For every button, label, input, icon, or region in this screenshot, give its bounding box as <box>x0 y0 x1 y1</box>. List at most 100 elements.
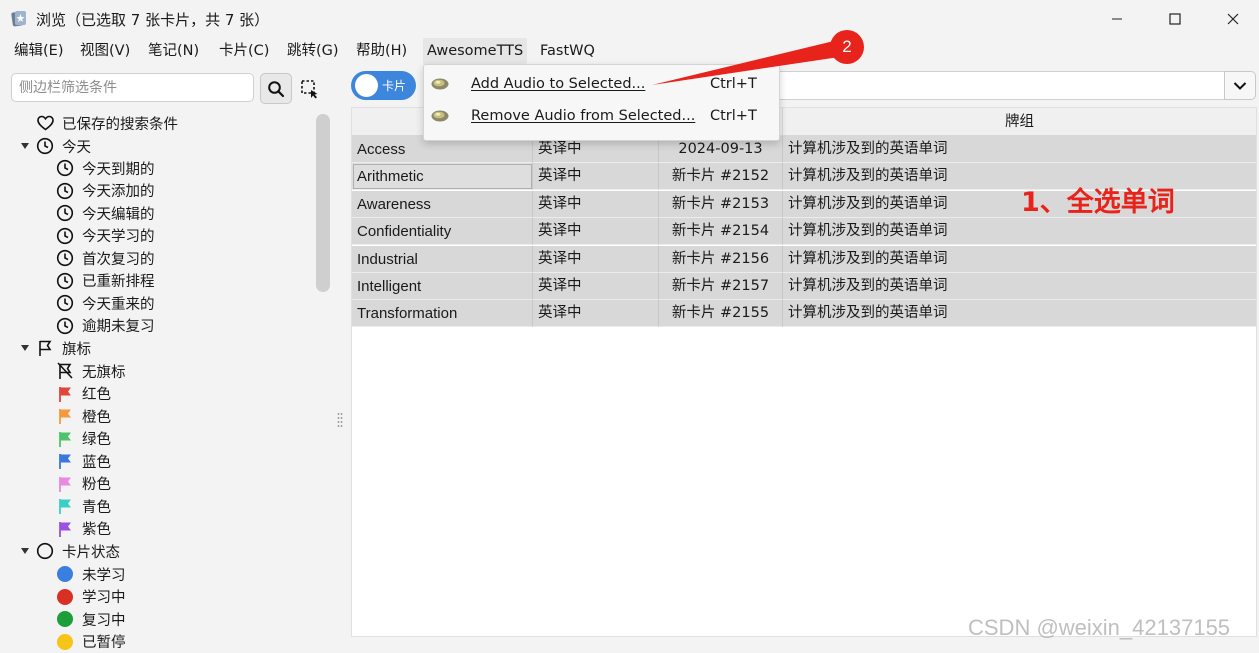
sidebar-item-label: 复习中 <box>82 612 126 629</box>
sidebar-search-button[interactable] <box>260 73 292 104</box>
clock-icon <box>56 204 74 222</box>
table-cell: 英译中 <box>533 245 659 273</box>
table-row[interactable]: Industrial 英译中 新卡片 #2156 计算机涉及到的英语单词 <box>352 245 1256 273</box>
close-icon <box>1227 13 1239 25</box>
sidebar-item-state-2[interactable]: 复习中 <box>56 608 126 630</box>
search-icon <box>268 80 285 97</box>
sidebar-item-label: 今天 <box>62 139 91 156</box>
flag-icon <box>56 497 74 515</box>
no-flag-icon <box>56 362 74 380</box>
main-search-input[interactable] <box>779 71 1224 100</box>
menu-item-label: Remove Audio from Selected... <box>471 108 696 124</box>
menu-help[interactable]: 帮助(H) <box>354 38 409 64</box>
cards-notes-toggle[interactable]: 卡片 <box>351 71 416 100</box>
maximize-button[interactable] <box>1146 0 1204 38</box>
table-cell: 计算机涉及到的英语单词 <box>783 191 1256 218</box>
menu-item-shortcut: Ctrl+T <box>710 76 757 92</box>
menu-view[interactable]: 视图(V) <box>78 38 132 64</box>
sidebar-item-flag-7[interactable]: 紫色 <box>56 518 111 540</box>
menu-go[interactable]: 跳转(G) <box>285 38 341 64</box>
splitter-handle-icon[interactable] <box>337 412 343 430</box>
menu-awesometts[interactable]: AwesomeTTS <box>423 38 528 64</box>
sidebar-item-today-1[interactable]: 今天添加的 <box>56 180 155 202</box>
sidebar-item-label: 卡片状态 <box>62 544 120 561</box>
sidebar-item-label: 今天学习的 <box>82 229 155 245</box>
sidebar-item-today-7[interactable]: 逾期未复习 <box>56 315 155 337</box>
annotation-step-2: 2 <box>830 30 864 64</box>
menu-fastwq[interactable]: FastWQ <box>538 38 597 64</box>
sidebar-item-flag-2[interactable]: 橙色 <box>56 405 111 427</box>
sidebar-item-label: 绿色 <box>82 432 111 448</box>
remove-audio-menu-item[interactable]: Remove Audio from Selected... Ctrl+T <box>424 101 779 131</box>
window-title: 浏览（已选取 7 张卡片，共 7 张） <box>36 11 270 29</box>
saved-searches-item[interactable]: 已保存的搜索条件 <box>18 112 178 134</box>
filled-circle-icon <box>56 633 74 651</box>
sidebar: 已保存的搜索条件 今天 今天到期的今天添加的今天编辑的今天学习的首次复习的已重新… <box>0 64 343 653</box>
menu-notes[interactable]: 笔记(N) <box>146 38 201 64</box>
sidebar-item-flag-1[interactable]: 红色 <box>56 383 111 405</box>
table-cell: Intelligent <box>352 273 533 300</box>
chevron-down-icon[interactable] <box>18 344 32 352</box>
sidebar-item-state-0[interactable]: 未学习 <box>56 563 126 585</box>
chevron-down-icon[interactable] <box>18 547 32 555</box>
sidebar-item-flag-5[interactable]: 粉色 <box>56 473 111 495</box>
today-group[interactable]: 今天 <box>18 135 91 157</box>
minimize-button[interactable] <box>1088 0 1146 38</box>
sidebar-item-label: 粉色 <box>82 477 111 493</box>
filled-circle-icon <box>56 610 74 628</box>
sidebar-item-label: 学习中 <box>82 590 126 606</box>
table-cell: 计算机涉及到的英语单词 <box>783 273 1256 300</box>
sidebar-item-today-0[interactable]: 今天到期的 <box>56 157 155 179</box>
flags-group[interactable]: 旗标 <box>18 337 91 359</box>
column-header-deck[interactable]: 牌组 <box>783 108 1256 136</box>
sidebar-item-today-2[interactable]: 今天编辑的 <box>56 202 155 224</box>
flag-icon <box>56 385 74 403</box>
sidebar-item-flag-3[interactable]: 绿色 <box>56 428 111 450</box>
table-row[interactable]: Intelligent 英译中 新卡片 #2157 计算机涉及到的英语单词 <box>352 273 1256 300</box>
heart-icon <box>36 114 54 132</box>
table-cell: 英译中 <box>533 300 659 328</box>
sidebar-item-flag-0[interactable]: 无旗标 <box>56 360 126 382</box>
selection-tool-icon <box>301 80 318 99</box>
menu-cards[interactable]: 卡片(C) <box>217 38 271 64</box>
search-history-dropdown[interactable] <box>1224 71 1256 100</box>
table-cell: 新卡片 #2157 <box>659 273 783 300</box>
sidebar-item-label: 首次复习的 <box>82 251 155 268</box>
table-cell: 英译中 <box>533 273 659 300</box>
sidebar-item-label: 今天重来的 <box>82 296 155 313</box>
sidebar-item-today-6[interactable]: 今天重来的 <box>56 292 155 314</box>
menu-edit[interactable]: 编辑(E) <box>12 38 65 64</box>
sidebar-item-label: 旗标 <box>62 341 91 358</box>
sidebar-item-today-4[interactable]: 首次复习的 <box>56 247 155 269</box>
clock-icon <box>56 249 74 267</box>
sidebar-item-today-5[interactable]: 已重新排程 <box>56 270 155 292</box>
sidebar-item-state-3[interactable]: 已暂停 <box>56 631 126 653</box>
selection-tool-button[interactable] <box>299 78 321 100</box>
speaker-icon <box>431 78 449 90</box>
sidebar-item-state-1[interactable]: 学习中 <box>56 586 126 608</box>
sidebar-item-label: 已重新排程 <box>82 274 155 290</box>
sidebar-item-today-3[interactable]: 今天学习的 <box>56 225 155 247</box>
table-cell: Confidentiality <box>352 218 533 246</box>
add-audio-menu-item[interactable]: Add Audio to Selected... Ctrl+T <box>424 69 779 99</box>
table-cell: 英译中 <box>533 163 659 191</box>
sidebar-item-label: 已暂停 <box>82 635 126 651</box>
card-state-group[interactable]: 卡片状态 <box>18 540 120 562</box>
annotation-step-1: 1、全选单词 <box>1021 187 1175 218</box>
flag-icon <box>56 475 74 493</box>
circle-outline-icon <box>36 542 54 560</box>
clock-icon <box>56 294 74 312</box>
toggle-label: 卡片 <box>382 79 407 93</box>
chevron-down-icon <box>1233 81 1247 90</box>
table-cell: 计算机涉及到的英语单词 <box>783 246 1256 273</box>
table-row[interactable]: Transformation 英译中 新卡片 #2155 计算机涉及到的英语单词 <box>352 300 1256 328</box>
chevron-down-icon[interactable] <box>18 142 32 150</box>
menu-bar: 编辑(E) 视图(V) 笔记(N) 卡片(C) 跳转(G) 帮助(H) Awes… <box>0 38 1259 64</box>
sidebar-item-flag-4[interactable]: 蓝色 <box>56 450 111 472</box>
sidebar-item-flag-6[interactable]: 青色 <box>56 495 111 517</box>
table-row[interactable]: Confidentiality 英译中 新卡片 #2154 计算机涉及到的英语单词 <box>352 218 1256 246</box>
sidebar-filter-input[interactable] <box>11 73 254 102</box>
sidebar-scrollbar[interactable] <box>316 114 330 292</box>
close-button[interactable] <box>1204 0 1259 38</box>
clock-icon <box>36 137 54 155</box>
